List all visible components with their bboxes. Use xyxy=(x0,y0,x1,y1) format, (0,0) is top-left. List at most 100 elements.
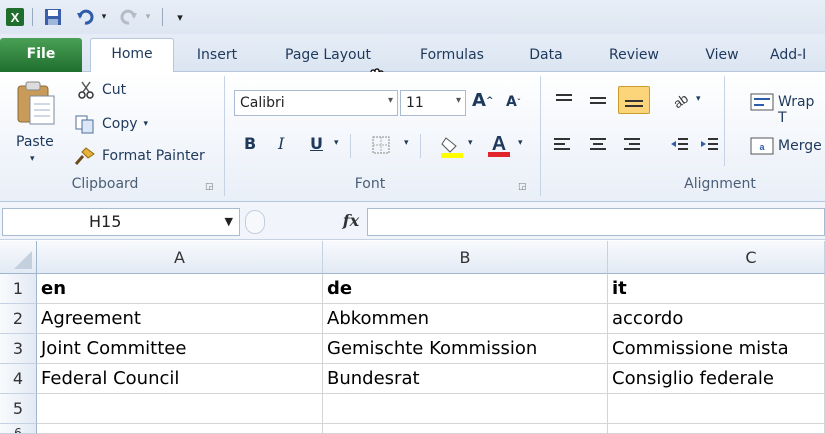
tab-view[interactable]: View xyxy=(690,40,754,72)
font-color-dropdown-icon[interactable]: ▾ xyxy=(518,138,523,148)
undo-icon[interactable] xyxy=(74,7,96,27)
cell-a5[interactable] xyxy=(37,394,323,424)
align-middle-icon[interactable] xyxy=(588,92,608,111)
tab-add-ins[interactable]: Add-I xyxy=(770,40,825,72)
cell-a4[interactable]: Federal Council xyxy=(37,364,323,394)
format-painter-button[interactable]: Format Painter xyxy=(102,148,205,164)
row-header[interactable]: 1 xyxy=(0,274,37,304)
decrease-indent-icon[interactable] xyxy=(670,136,690,157)
borders-icon[interactable] xyxy=(372,136,390,157)
redo-dropdown-icon[interactable]: ▾ xyxy=(143,7,153,27)
font-launcher-icon[interactable]: ◲ xyxy=(518,182,527,192)
merge-center-icon[interactable]: a xyxy=(750,136,774,159)
borders-dropdown-icon[interactable]: ▾ xyxy=(404,138,409,148)
copy-dropdown-icon[interactable]: ▾ xyxy=(144,119,149,129)
align-center-icon[interactable] xyxy=(588,136,608,157)
undo-dropdown-icon[interactable]: ▾ xyxy=(99,7,109,27)
cell-c1[interactable]: it xyxy=(608,274,825,304)
select-all-button[interactable] xyxy=(0,241,37,274)
cell-b4[interactable]: Bundesrat xyxy=(323,364,608,394)
redo-icon[interactable] xyxy=(118,7,140,27)
alignment-group-label: Alignment xyxy=(684,176,756,192)
cell-c3[interactable]: Commissione mista xyxy=(608,334,825,364)
paste-icon[interactable] xyxy=(12,80,62,130)
copy-button[interactable]: Copy ▾ xyxy=(102,116,148,132)
font-group-label: Font xyxy=(354,176,386,192)
alignment-divider xyxy=(724,76,725,166)
cell-c6[interactable] xyxy=(608,424,825,434)
orientation-icon[interactable]: ab xyxy=(670,90,694,113)
tab-file[interactable]: File xyxy=(0,38,82,72)
cell-c4[interactable]: Consiglio federale xyxy=(608,364,825,394)
row-header[interactable]: 5 xyxy=(0,394,37,424)
formula-bar-resize-handle[interactable] xyxy=(245,210,265,234)
column-header-b[interactable]: B xyxy=(323,241,608,274)
italic-button[interactable]: I xyxy=(278,134,284,153)
row-header[interactable]: 3 xyxy=(0,334,37,364)
ribbon-home: Paste ▾ Cut Copy ▾ Format Painter Clipboa… xyxy=(0,72,825,202)
fill-color-icon[interactable] xyxy=(440,134,464,161)
row-header[interactable]: 4 xyxy=(0,364,37,394)
merge-center-button[interactable]: Merge xyxy=(778,138,822,154)
cut-icon[interactable] xyxy=(76,80,96,100)
wrap-text-icon[interactable] xyxy=(750,92,774,115)
font-divider xyxy=(350,134,351,158)
increase-indent-icon[interactable] xyxy=(700,136,720,157)
tab-data[interactable]: Data xyxy=(516,40,576,72)
copy-icon[interactable] xyxy=(74,114,96,134)
name-box-dropdown-icon[interactable]: ▼ xyxy=(225,209,233,235)
orientation-dropdown-icon[interactable]: ▾ xyxy=(696,94,701,104)
tab-insert[interactable]: Insert xyxy=(180,40,254,72)
underline-button[interactable]: U xyxy=(310,134,323,153)
cell-b1[interactable]: de xyxy=(323,274,608,304)
tab-formulas[interactable]: Formulas xyxy=(404,40,500,72)
name-box-value: H15 xyxy=(89,212,122,231)
bold-button[interactable]: B xyxy=(244,134,256,153)
cell-b2[interactable]: Abkommen xyxy=(323,304,608,334)
cell-c2[interactable]: accordo xyxy=(608,304,825,334)
font-color-icon[interactable]: A xyxy=(486,130,512,161)
align-left-icon[interactable] xyxy=(552,136,572,157)
align-right-icon[interactable] xyxy=(622,136,642,157)
tab-home[interactable]: Home xyxy=(90,38,174,74)
cell-b6[interactable] xyxy=(323,424,608,434)
column-header-a[interactable]: A xyxy=(37,241,323,274)
underline-dropdown-icon[interactable]: ▾ xyxy=(334,138,339,148)
cell-a3[interactable]: Joint Committee xyxy=(37,334,323,364)
cell-b3[interactable]: Gemischte Kommission xyxy=(323,334,608,364)
column-header-c[interactable]: C xyxy=(608,241,825,274)
cell-c5[interactable] xyxy=(608,394,825,424)
save-icon[interactable] xyxy=(42,7,64,27)
align-top-icon[interactable] xyxy=(554,92,574,111)
qat-divider xyxy=(160,7,164,27)
font-name-dropdown-icon[interactable]: ▾ xyxy=(388,95,393,106)
qat-divider xyxy=(30,7,34,27)
cell-a2[interactable]: Agreement xyxy=(37,304,323,334)
formula-input[interactable] xyxy=(367,208,825,236)
excel-icon[interactable]: X xyxy=(4,7,26,27)
grow-font-icon[interactable]: A ^ xyxy=(472,90,493,111)
fill-color-dropdown-icon[interactable]: ▾ xyxy=(468,138,473,148)
quick-access-toolbar: X ▾ ▾ ▾ xyxy=(0,0,825,34)
paste-dropdown-icon[interactable]: ▾ xyxy=(30,154,35,164)
shrink-font-icon[interactable]: Aˇ xyxy=(506,94,521,110)
format-painter-icon[interactable] xyxy=(74,146,96,166)
font-name-combo[interactable]: Calibri ▾ xyxy=(234,90,398,116)
name-box[interactable]: H15 ▼ xyxy=(2,208,240,236)
font-size-dropdown-icon[interactable]: ▾ xyxy=(456,95,461,106)
wrap-text-button[interactable]: Wrap T xyxy=(778,94,825,126)
font-size-combo[interactable]: 11 ▾ xyxy=(400,90,466,116)
row-header[interactable]: 6 xyxy=(0,424,37,434)
cell-a6[interactable] xyxy=(37,424,323,434)
tab-review[interactable]: Review xyxy=(594,40,674,72)
align-bottom-icon[interactable] xyxy=(618,86,650,114)
cell-b5[interactable] xyxy=(323,394,608,424)
paste-button[interactable]: Paste xyxy=(16,134,54,150)
row-header[interactable]: 2 xyxy=(0,304,37,334)
customize-qat-icon[interactable]: ▾ xyxy=(173,7,187,27)
group-separator xyxy=(540,76,541,196)
cut-button[interactable]: Cut xyxy=(102,82,126,98)
insert-function-icon[interactable]: fx xyxy=(336,208,366,236)
clipboard-launcher-icon[interactable]: ◲ xyxy=(205,182,214,192)
cell-a1[interactable]: en xyxy=(37,274,323,304)
